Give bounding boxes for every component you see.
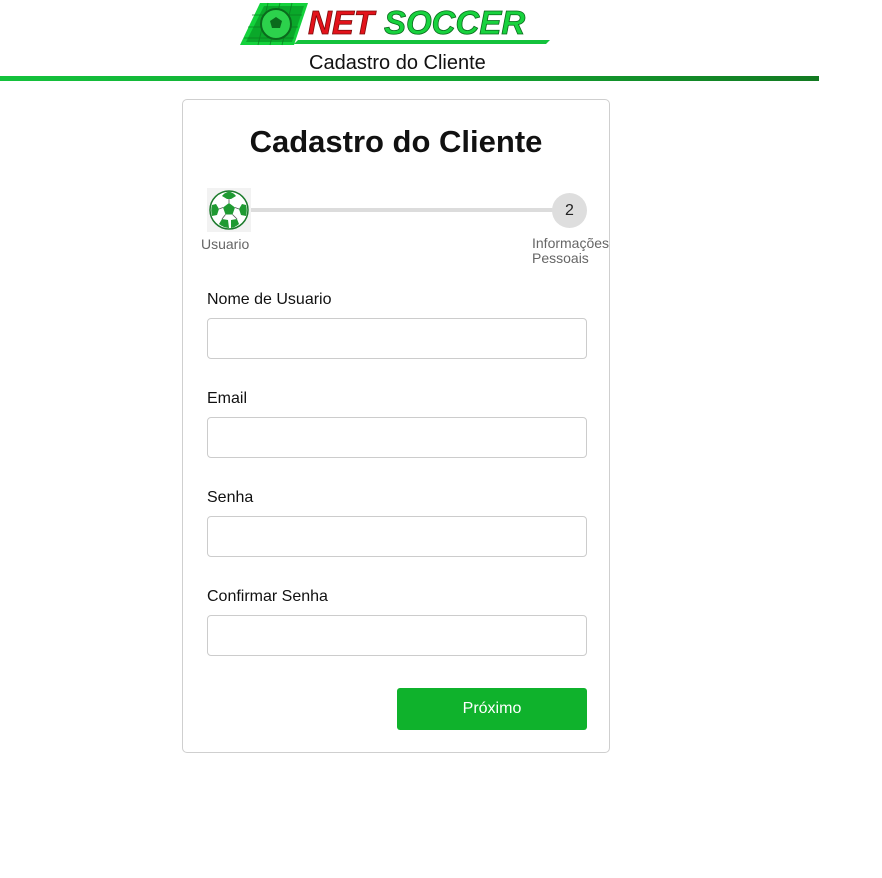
step-2-label-line2: Pessoais (532, 250, 589, 266)
logo-text-net: NET (308, 4, 377, 41)
email-label: Email (207, 390, 248, 407)
email-input[interactable] (207, 417, 587, 458)
step-2-indicator[interactable]: 2 (552, 193, 587, 228)
header-subtitle: Cadastro do Cliente (309, 52, 486, 74)
logo-ball-icon (260, 8, 292, 40)
step-1-label: Usuario (201, 236, 250, 252)
header-divider (0, 76, 819, 81)
step-2-label: Informações Pessoais (532, 236, 622, 266)
password-input[interactable] (207, 516, 587, 557)
stepper-track (227, 208, 577, 212)
page-title: Cadastro do Cliente (249, 124, 543, 159)
soccer-ball-icon (207, 188, 251, 232)
site-header: NET SOCCER Cadastro do Cliente (0, 0, 820, 82)
logo-text-soccer: SOCCER (384, 4, 525, 41)
username-input[interactable] (207, 318, 587, 359)
step-2-label-line1: Informações (532, 235, 610, 251)
password-label: Senha (207, 489, 254, 506)
username-label: Nome de Usuario (207, 291, 332, 308)
next-button[interactable]: Próximo (397, 688, 587, 730)
confirm-password-input[interactable] (207, 615, 587, 656)
registration-card: Cadastro do Cliente 2 Usuario Informaçõe… (182, 99, 610, 753)
confirm-password-label: Confirmar Senha (207, 588, 328, 605)
netsoccer-logo[interactable]: NET SOCCER (238, 0, 556, 48)
